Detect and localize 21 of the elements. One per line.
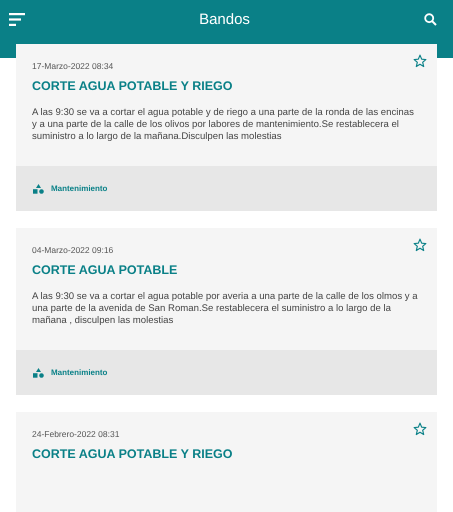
notice-card[interactable] [16,44,437,211]
notice-title: CORTE AGUA POTABLE Y RIEGO [32,447,234,461]
notice-text: A las 9:30 se va a cortar el agua potable por averia a una parte de la calle de los olmos y a una parte de la avenida de San Roman.Se restablecera el suministro a lo largo de la mañana , disculpen las molestias [32,291,419,327]
star-icon[interactable] [413,54,427,68]
menu-icon[interactable] [9,13,25,26]
app-title: Bandos [199,12,250,28]
notice-text: A las 9:30 se va a cortar el agua potable y de riego a una parte de la ronda de las encinas y a una parte de la calle de los olivos por labores de mantenimiento.Se restablecera el suministro a lo largo de la mañana.Disculpen las molestias [32,107,415,143]
notice-date: 17-Marzo-2022 08:34 [32,61,114,71]
category-label: Mantenimiento [51,184,108,193]
notice-title: CORTE AGUA POTABLE [32,263,178,277]
notice-date: 04-Marzo-2022 09:16 [32,245,114,255]
notice-date: 24-Febrero-2022 08:31 [32,429,120,439]
star-icon[interactable] [413,238,427,252]
shapes-icon [33,184,44,194]
notice-card[interactable] [16,228,437,395]
star-icon[interactable] [413,422,427,436]
notice-title: CORTE AGUA POTABLE Y RIEGO [32,79,234,93]
category-label: Mantenimiento [51,368,108,377]
shapes-icon [33,368,44,378]
notice-card[interactable]: 24-Febrero-2022 08:31 CORTE AGUA POTABLE Y RIEGO [16,412,437,512]
search-icon[interactable] [424,13,437,26]
